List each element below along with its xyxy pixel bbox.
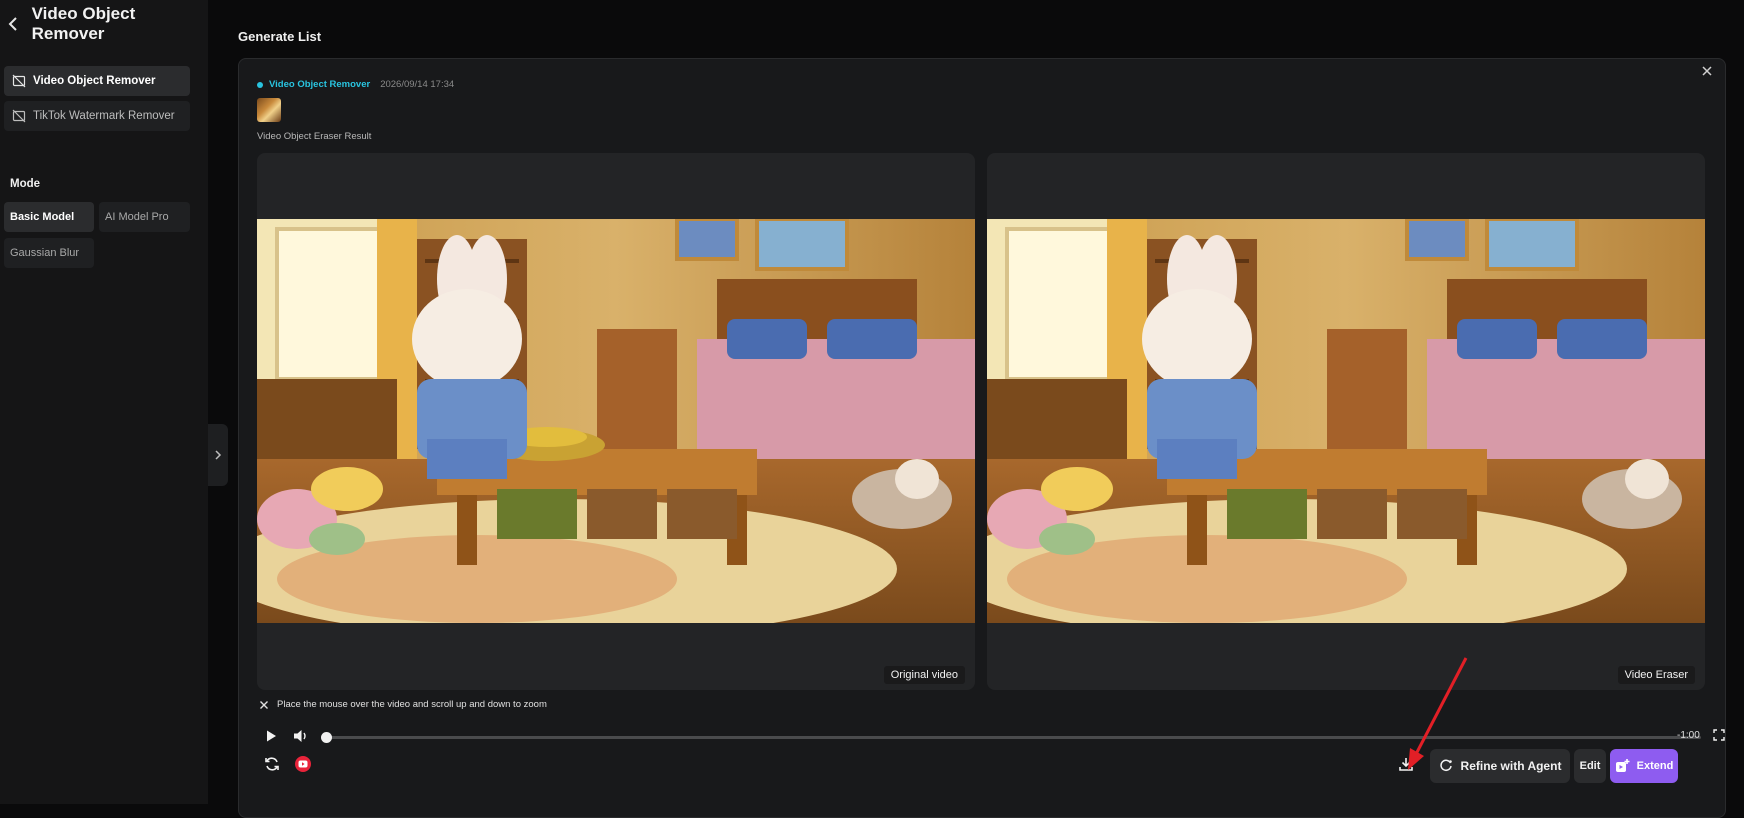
result-video[interactable] <box>987 219 1705 623</box>
chevron-left-icon[interactable] <box>8 14 22 34</box>
zoom-hint: Place the mouse over the video and scrol… <box>259 699 547 710</box>
extend-label: Extend <box>1636 760 1674 772</box>
sidebar-header: Video Object Remover <box>8 4 208 43</box>
tool-label: Video Object Remover <box>33 75 156 87</box>
status-dot <box>257 81 263 88</box>
progress-track[interactable] <box>321 732 1701 743</box>
mode-basic-model[interactable]: Basic Model <box>4 202 94 232</box>
play-icon[interactable] <box>265 729 279 745</box>
youtube-icon[interactable] <box>295 756 311 772</box>
close-icon[interactable] <box>259 700 269 710</box>
volume-icon[interactable] <box>293 729 311 745</box>
source-thumbnail[interactable] <box>257 98 281 122</box>
refine-icon <box>1439 759 1453 773</box>
original-video-badge: Original video <box>883 666 965 684</box>
mode-gaussian-blur[interactable]: Gaussian Blur <box>4 238 94 268</box>
mode-ai-model-pro[interactable]: AI Model Pro <box>99 202 190 232</box>
tool-video-object-remover[interactable]: Video Object Remover <box>4 66 190 96</box>
timestamp: 2026/09/14 17:34 <box>380 79 455 90</box>
result-meta: Video Object Remover 2026/09/14 17:34 <box>257 79 454 90</box>
refine-with-agent-button[interactable]: Refine with Agent <box>1430 749 1570 783</box>
mode-label: Mode <box>10 178 41 190</box>
no-video-icon <box>12 74 26 88</box>
tool-tiktok-watermark-remover[interactable]: TikTok Watermark Remover <box>4 101 190 131</box>
refresh-icon[interactable] <box>263 755 281 773</box>
tool-label: TikTok Watermark Remover <box>33 110 175 122</box>
app-title: Video Object Remover <box>31 4 136 43</box>
result-video-panel[interactable]: Video Eraser <box>987 153 1705 690</box>
result-label: Video Object Eraser Result <box>257 131 372 142</box>
sidebar: Video Object Remover Video Object Remove… <box>0 0 208 804</box>
result-video-badge: Video Eraser <box>1617 666 1695 684</box>
section-title: Generate List <box>238 29 322 44</box>
extend-icon <box>1615 758 1631 774</box>
no-video-icon <box>12 109 26 123</box>
time-remaining: -1:00 <box>1677 730 1700 741</box>
original-video-panel[interactable]: Original video <box>257 153 975 690</box>
tool-tag: Video Object Remover <box>269 79 371 90</box>
edit-button[interactable]: Edit <box>1574 749 1606 783</box>
video-player-controls: -1:00 <box>257 727 1725 747</box>
result-card: Video Object Remover 2026/09/14 17:34 Vi… <box>238 58 1726 818</box>
download-icon[interactable] <box>1398 756 1416 774</box>
fullscreen-icon[interactable] <box>1713 729 1727 743</box>
chevron-right-icon <box>214 449 222 461</box>
refine-label: Refine with Agent <box>1460 759 1562 773</box>
sidebar-toggle[interactable] <box>208 424 228 486</box>
bottom-left-actions <box>263 755 311 773</box>
original-video[interactable] <box>257 219 975 623</box>
extend-button[interactable]: Extend <box>1610 749 1678 783</box>
zoom-hint-text: Place the mouse over the video and scrol… <box>277 699 547 710</box>
progress-knob[interactable] <box>321 732 332 743</box>
close-icon[interactable] <box>1701 65 1715 79</box>
